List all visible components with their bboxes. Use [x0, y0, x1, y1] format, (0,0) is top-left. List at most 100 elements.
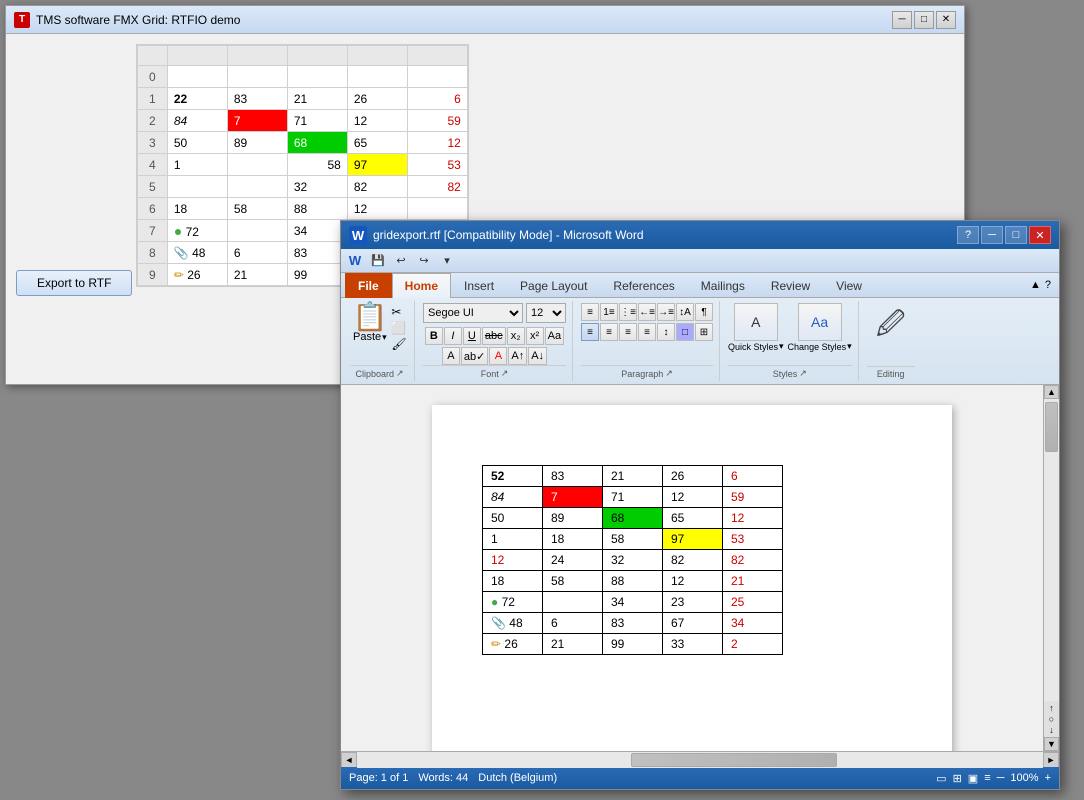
doc-cell[interactable]: 71 [603, 487, 663, 508]
cell-6-2[interactable]: 88 [287, 198, 347, 220]
word-help-btn[interactable]: ? [957, 226, 979, 244]
cell-5-3[interactable]: 82 [347, 176, 407, 198]
cell-7-0[interactable]: ● 72 [167, 220, 227, 242]
cell-2-4[interactable]: 59 [407, 110, 467, 132]
decrease-indent-btn[interactable]: ←≡ [638, 303, 656, 321]
font-size-select[interactable]: 12 [526, 303, 566, 323]
scroll-track[interactable] [1044, 399, 1059, 701]
export-rtf-button[interactable]: Export to RTF [16, 270, 132, 296]
doc-cell[interactable]: 25 [723, 592, 783, 613]
doc-cell[interactable]: 1 [483, 529, 543, 550]
doc-cell[interactable]: 6 [723, 466, 783, 487]
cell-8-2[interactable]: 83 [287, 242, 347, 264]
doc-cell[interactable]: 58 [603, 529, 663, 550]
doc-cell[interactable]: 24 [543, 550, 603, 571]
increase-indent-btn[interactable]: →≡ [657, 303, 675, 321]
h-scroll-thumb[interactable] [631, 753, 837, 767]
view-normal-btn[interactable]: ▭ [936, 772, 946, 785]
scroll-thumb[interactable] [1045, 402, 1058, 452]
qat-save-btn[interactable]: 💾 [368, 252, 388, 270]
cell-6-3[interactable]: 12 [347, 198, 407, 220]
doc-cell[interactable]: 18 [543, 529, 603, 550]
tab-references[interactable]: References [600, 273, 687, 298]
change-styles-btn[interactable]: Aa [798, 303, 842, 341]
doc-cell[interactable]: 53 [723, 529, 783, 550]
doc-cell[interactable]: 50 [483, 508, 543, 529]
scroll-up-btn[interactable]: ▲ [1044, 385, 1059, 399]
word-maximize-btn[interactable]: □ [1005, 226, 1027, 244]
cell-8-0[interactable]: 📎 48 [167, 242, 227, 264]
doc-cell[interactable]: 34 [723, 613, 783, 634]
doc-cell[interactable]: 12 [483, 550, 543, 571]
doc-cell[interactable]: 58 [543, 571, 603, 592]
multilevel-btn[interactable]: ⋮≡ [619, 303, 637, 321]
cell-4-2[interactable]: 58 [287, 154, 347, 176]
align-right-btn[interactable]: ≡ [619, 323, 637, 341]
doc-cell[interactable]: 68 [603, 508, 663, 529]
cell-7-2[interactable]: 34 [287, 220, 347, 242]
cell-1-2[interactable]: 21 [287, 88, 347, 110]
copy-btn[interactable]: ⬜ [391, 321, 406, 335]
strikethrough-btn[interactable]: abc [482, 327, 506, 345]
doc-cell[interactable]: 83 [603, 613, 663, 634]
clipboard-expand-icon[interactable]: ↗ [396, 368, 404, 379]
cell-0-2[interactable] [287, 66, 347, 88]
doc-cell[interactable]: 6 [543, 613, 603, 634]
select-browse-btn[interactable]: ○ [1049, 714, 1054, 724]
subscript-btn[interactable]: x₂ [507, 327, 525, 345]
font-expand-icon[interactable]: ↗ [501, 368, 509, 379]
sort-btn[interactable]: ↕A [676, 303, 694, 321]
scroll-to-top-btn[interactable]: ↑ [1049, 703, 1054, 713]
align-center-btn[interactable]: ≡ [600, 323, 618, 341]
format-paint-btn[interactable]: 🖌 [391, 337, 406, 351]
tab-file[interactable]: File [345, 273, 392, 298]
tms-close-btn[interactable]: ✕ [936, 11, 956, 29]
qat-redo-btn[interactable]: ↪ [414, 252, 434, 270]
bold-btn[interactable]: B [425, 327, 443, 345]
cell-6-0[interactable]: 18 [167, 198, 227, 220]
view-print-btn[interactable]: ▣ [968, 772, 978, 785]
doc-cell[interactable]: 23 [663, 592, 723, 613]
doc-cell[interactable]: 32 [603, 550, 663, 571]
paragraph-expand-icon[interactable]: ↗ [665, 368, 673, 379]
cell-9-2[interactable]: 99 [287, 264, 347, 286]
h-scroll-track[interactable] [357, 752, 1043, 768]
text-effect-btn[interactable]: A [442, 347, 460, 365]
cell-5-0[interactable] [167, 176, 227, 198]
doc-cell[interactable]: 21 [723, 571, 783, 592]
cell-2-0[interactable]: 84 [167, 110, 227, 132]
cell-8-1[interactable]: 6 [227, 242, 287, 264]
doc-cell[interactable]: 88 [603, 571, 663, 592]
doc-cell[interactable]: 67 [663, 613, 723, 634]
doc-cell[interactable]: 12 [663, 571, 723, 592]
italic-btn[interactable]: I [444, 327, 462, 345]
doc-cell[interactable]: 21 [543, 634, 603, 655]
borders-btn[interactable]: ⊞ [695, 323, 713, 341]
cell-2-1[interactable]: 7 [227, 110, 287, 132]
doc-cell[interactable]: 97 [663, 529, 723, 550]
scroll-right-btn[interactable]: ► [1043, 752, 1059, 768]
doc-cell[interactable]: 12 [663, 487, 723, 508]
cell-1-3[interactable]: 26 [347, 88, 407, 110]
doc-cell[interactable]: 33 [663, 634, 723, 655]
scroll-to-bottom-btn[interactable]: ↓ [1049, 725, 1054, 735]
tab-page-layout[interactable]: Page Layout [507, 273, 600, 298]
doc-cell[interactable]: 7 [543, 487, 603, 508]
cell-4-4[interactable]: 53 [407, 154, 467, 176]
view-web-btn[interactable]: ⊞ [953, 772, 962, 785]
zoom-in-btn[interactable]: + [1045, 772, 1051, 784]
cell-0-0[interactable] [167, 66, 227, 88]
doc-cell[interactable]: 82 [663, 550, 723, 571]
word-close-btn[interactable]: ✕ [1029, 226, 1051, 244]
cell-3-0[interactable]: 50 [167, 132, 227, 154]
doc-cell[interactable]: 2 [723, 634, 783, 655]
scroll-left-btn[interactable]: ◄ [341, 752, 357, 768]
doc-cell[interactable]: 52 [483, 466, 543, 487]
font-family-select[interactable]: Segoe UI [423, 303, 523, 323]
doc-cell[interactable]: 21 [603, 466, 663, 487]
cell-3-2[interactable]: 68 [287, 132, 347, 154]
grow-font-btn[interactable]: A↑ [508, 347, 527, 365]
cell-3-1[interactable]: 89 [227, 132, 287, 154]
show-marks-btn[interactable]: ¶ [695, 303, 713, 321]
cell-6-4[interactable] [407, 198, 467, 220]
